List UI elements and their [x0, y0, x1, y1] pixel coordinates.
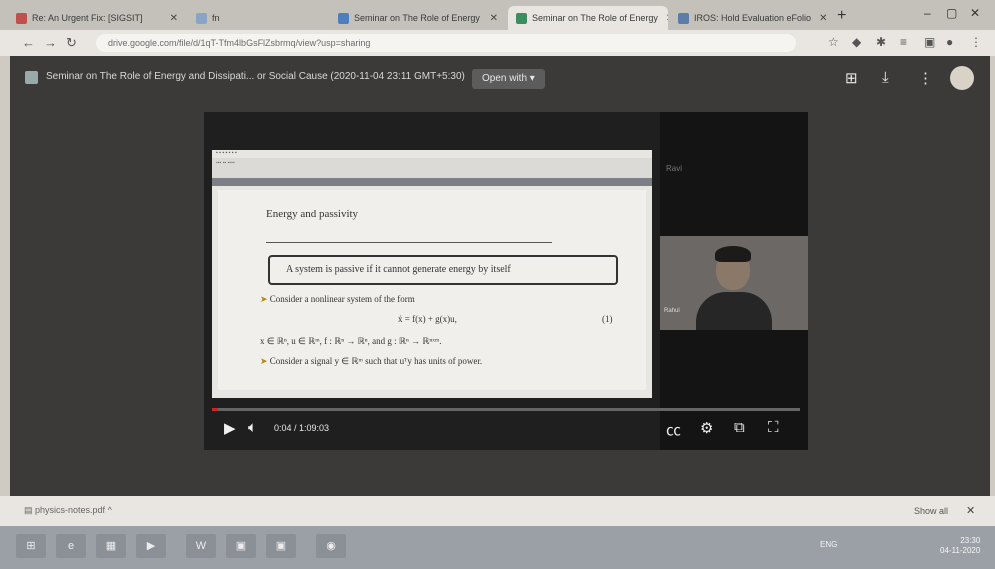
close-tab-icon[interactable]: ✕: [658, 13, 668, 24]
person-body: [696, 292, 772, 330]
media-player-icon[interactable]: ▶: [136, 534, 166, 558]
ie-icon[interactable]: e: [56, 534, 86, 558]
slide-divider: [266, 242, 552, 243]
tab-label: IROS: Hold Evaluation eFolio: [694, 13, 812, 23]
tab-active-drive[interactable]: Seminar on The Role of Energy ✕: [508, 6, 668, 30]
video-file-icon: [25, 71, 38, 84]
tab-label: Re: An Urgent Fix: [SIGSIT]: [32, 13, 143, 23]
bullet-icon: ➤: [260, 294, 268, 304]
close-downloads-icon[interactable]: ✕: [966, 504, 975, 517]
slide-text: Consider a signal y ∈ ℝᵐ such that uᵀy h…: [269, 356, 483, 366]
back-icon[interactable]: ←: [22, 35, 35, 50]
open-with-button[interactable]: Open with ▾: [472, 69, 545, 89]
person-hair: [715, 246, 751, 262]
media-icon[interactable]: ≡: [900, 35, 907, 49]
windows-taskbar: ⊞ e ▦ ▶ W ▣ ▣ ◉ ENG 23:30 04-11-2020: [0, 526, 995, 569]
show-all-button[interactable]: Show all: [914, 506, 948, 516]
new-tab-button[interactable]: +: [837, 7, 846, 25]
url-input[interactable]: drive.google.com/file/d/1qT-Tfm4lbGsFlZs…: [96, 34, 796, 52]
tab-label: Seminar on The Role of Energy: [354, 13, 480, 23]
bookmark-star-icon[interactable]: ☆: [828, 35, 839, 49]
bullet-icon: ➤: [260, 356, 268, 366]
close-tab-icon[interactable]: ✕: [162, 13, 186, 24]
download-filename: physics-notes.pdf: [35, 505, 106, 515]
miniplayer-icon[interactable]: ⧉: [734, 419, 745, 436]
profile-icon[interactable]: ●: [946, 35, 953, 49]
pdf-menu-bar: ▪ ▪ ▪ ▪ ▪ ▪ ▪: [216, 150, 237, 156]
system-clock[interactable]: 23:30 04-11-2020: [940, 536, 980, 556]
slide-line: ➤ Consider a nonlinear system of the for…: [260, 294, 415, 305]
fullscreen-icon[interactable]: ⛶: [768, 419, 779, 436]
download-item[interactable]: ▤ physics-notes.pdf ^: [24, 505, 112, 516]
slide-text: Consider a nonlinear system of the form: [269, 294, 415, 304]
reload-icon[interactable]: ↻: [66, 35, 77, 51]
comment-add-icon[interactable]: ⊞: [845, 69, 858, 87]
sidepanel-icon[interactable]: ▣: [924, 35, 935, 49]
meet-icon: [338, 12, 349, 24]
forward-icon[interactable]: →: [44, 35, 57, 50]
participant-label: Ravi: [666, 164, 683, 173]
app-icon[interactable]: ▣: [226, 534, 256, 558]
equation-number: (1): [602, 314, 613, 324]
participant-name: Rahul: [664, 308, 680, 314]
close-tab-icon[interactable]: ✕: [482, 13, 506, 24]
file-icon: ▤: [24, 505, 36, 515]
play-icon[interactable]: ▶: [224, 419, 236, 437]
mail-icon: [16, 12, 27, 24]
tab-mail[interactable]: Re: An Urgent Fix: [SIGSIT] ✕: [8, 6, 186, 30]
close-tab-icon[interactable]: ✕: [811, 13, 830, 24]
slide-title: Energy and passivity: [266, 208, 359, 220]
address-bar: ← → ↻ drive.google.com/file/d/1qT-Tfm4lb…: [0, 30, 995, 56]
pdf-title-strip: [212, 178, 652, 186]
presentation-slide: Energy and passivity A system is passive…: [218, 190, 646, 390]
volume-icon[interactable]: 🔈︎: [248, 419, 257, 436]
explorer-icon[interactable]: ▦: [96, 534, 126, 558]
minimize-button[interactable]: –: [924, 6, 931, 20]
menu-kebab-icon[interactable]: ⋮: [970, 35, 982, 49]
tab-iros[interactable]: IROS: Hold Evaluation eFolio ✕: [670, 6, 830, 30]
slide-text: x ∈ ℝⁿ, u ∈ ℝᵐ, f : ℝⁿ → ℝⁿ, and g : ℝⁿ …: [260, 336, 442, 346]
captions-icon[interactable]: ㏄: [666, 419, 681, 440]
puzzle-icon[interactable]: ✱: [876, 35, 886, 49]
drive-icon: [516, 12, 527, 24]
definition-box: A system is passive if it cannot generat…: [268, 255, 618, 285]
webcam-feed: Rahul: [660, 236, 808, 330]
shared-screen-window: ▪ ▪ ▪ ▪ ▪ ▪ ▪ ▪▪▪ ▪▪ ▪▪▪▪ Energy and pas…: [212, 150, 652, 398]
seek-bar-progress: [212, 408, 218, 411]
slide-line: ➤ Consider a signal y ∈ ℝᵐ such that uᵀy…: [260, 356, 482, 367]
start-button[interactable]: ⊞: [16, 534, 46, 558]
word-icon[interactable]: W: [186, 534, 216, 558]
clock-time: 23:30: [960, 536, 981, 545]
participant-column: Ravi Rahul: [660, 112, 808, 450]
viewer-header: Seminar on The Role of Energy and Dissip…: [10, 56, 990, 100]
drive-icon: [196, 12, 207, 24]
download-icon[interactable]: ⤓: [882, 69, 889, 86]
chevron-up-icon[interactable]: ^: [108, 505, 112, 515]
drive-file-viewer: Seminar on The Role of Energy and Dissip…: [10, 56, 990, 496]
seek-bar[interactable]: [212, 408, 800, 411]
globe-icon: [678, 12, 689, 24]
account-avatar[interactable]: [950, 66, 974, 90]
more-options-icon[interactable]: ⋮: [918, 69, 933, 87]
tab-meet[interactable]: Seminar on The Role of Energy ✕: [330, 6, 506, 30]
file-title: Seminar on The Role of Energy and Dissip…: [46, 71, 465, 82]
extension-icon[interactable]: ◆: [852, 35, 861, 49]
tab-label: Seminar on The Role of Energy: [532, 13, 658, 23]
app-icon[interactable]: ▣: [266, 534, 296, 558]
pdf-toolbar: ▪▪▪ ▪▪ ▪▪▪▪: [212, 158, 652, 178]
download-shelf: ▤ physics-notes.pdf ^ Show all ✕: [0, 496, 995, 526]
tab-drive[interactable]: fn: [188, 6, 328, 30]
chrome-icon[interactable]: ◉: [316, 534, 346, 558]
maximize-button[interactable]: ▢: [946, 6, 957, 20]
slide-equation: ẋ = f(x) + g(x)u,: [398, 314, 457, 324]
system-tray[interactable]: ENG: [820, 540, 837, 549]
tab-label: fn: [212, 13, 220, 23]
close-window-button[interactable]: ✕: [970, 6, 980, 20]
clock-date: 04-11-2020: [940, 546, 981, 555]
tab-strip: Re: An Urgent Fix: [SIGSIT] ✕ fn Seminar…: [0, 0, 995, 30]
time-display: 0:04 / 1:09:03: [274, 423, 330, 433]
player-controls: ▶ 🔈︎ 0:04 / 1:09:03 ㏄ ⚙ ⧉ ⛶: [204, 414, 808, 444]
video-player[interactable]: ▪ ▪ ▪ ▪ ▪ ▪ ▪ ▪▪▪ ▪▪ ▪▪▪▪ Energy and pas…: [204, 112, 808, 450]
settings-gear-icon[interactable]: ⚙: [700, 419, 713, 437]
